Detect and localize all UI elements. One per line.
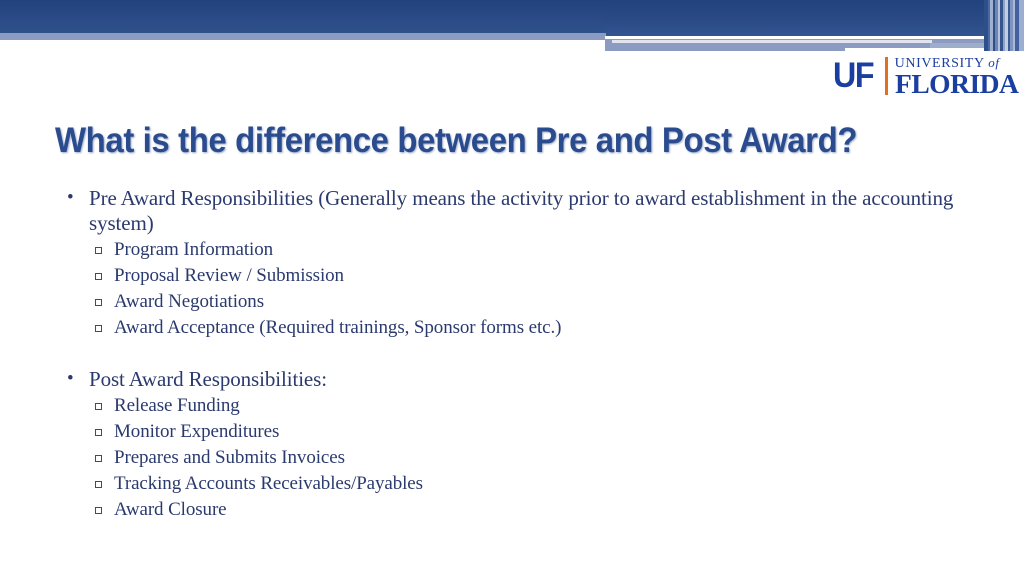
top-level-bullet: Pre Award Responsibilities (Generally me… xyxy=(62,185,982,236)
uf-logo-orange-bar xyxy=(884,57,888,95)
bullet-group-post-award: Post Award Responsibilities: xyxy=(62,366,982,392)
sub-bullet: Proposal Review / Submission xyxy=(62,263,982,289)
slide-title: What is the difference between Pre and P… xyxy=(55,121,858,160)
sub-bullet: Program Information xyxy=(62,237,982,263)
banner-dark-band-left xyxy=(0,0,606,33)
banner-pale-highlight-line xyxy=(612,40,932,43)
sub-bullet: Monitor Expenditures xyxy=(62,419,982,445)
banner-light-band-left xyxy=(0,33,606,40)
bullet-group-pre-award: Pre Award Responsibilities (Generally me… xyxy=(62,185,982,236)
uf-logo-monogram: UF xyxy=(833,56,875,95)
sub-bullet: Release Funding xyxy=(62,393,982,419)
slide-header-banner xyxy=(0,0,1024,56)
uf-logo: UF UNIVERSITY of FLORIDA xyxy=(833,55,1019,99)
slide-body: Pre Award Responsibilities (Generally me… xyxy=(62,185,982,523)
banner-vertical-stripes xyxy=(984,0,1024,51)
sub-bullet: Award Acceptance (Required trainings, Sp… xyxy=(62,315,982,341)
presentation-slide: UF UNIVERSITY of FLORIDA What is the dif… xyxy=(0,0,1024,576)
uf-logo-florida-text: FLORIDA xyxy=(894,69,1019,99)
bullet-group-spacer xyxy=(62,341,982,367)
sub-bullet-list-post-award: Release Funding Monitor Expenditures Pre… xyxy=(62,393,982,523)
banner-dark-band-right xyxy=(605,0,1024,36)
sub-bullet: Tracking Accounts Receivables/Payables xyxy=(62,471,982,497)
uf-logo-of-text: of xyxy=(988,55,1000,70)
top-level-bullet: Post Award Responsibilities: xyxy=(62,366,982,392)
sub-bullet: Award Negotiations xyxy=(62,289,982,315)
sub-bullet: Award Closure xyxy=(62,497,982,523)
sub-bullet-list-pre-award: Program Information Proposal Review / Su… xyxy=(62,237,982,341)
sub-bullet: Prepares and Submits Invoices xyxy=(62,445,982,471)
uf-logo-wordmark: UNIVERSITY of FLORIDA xyxy=(894,55,1019,99)
